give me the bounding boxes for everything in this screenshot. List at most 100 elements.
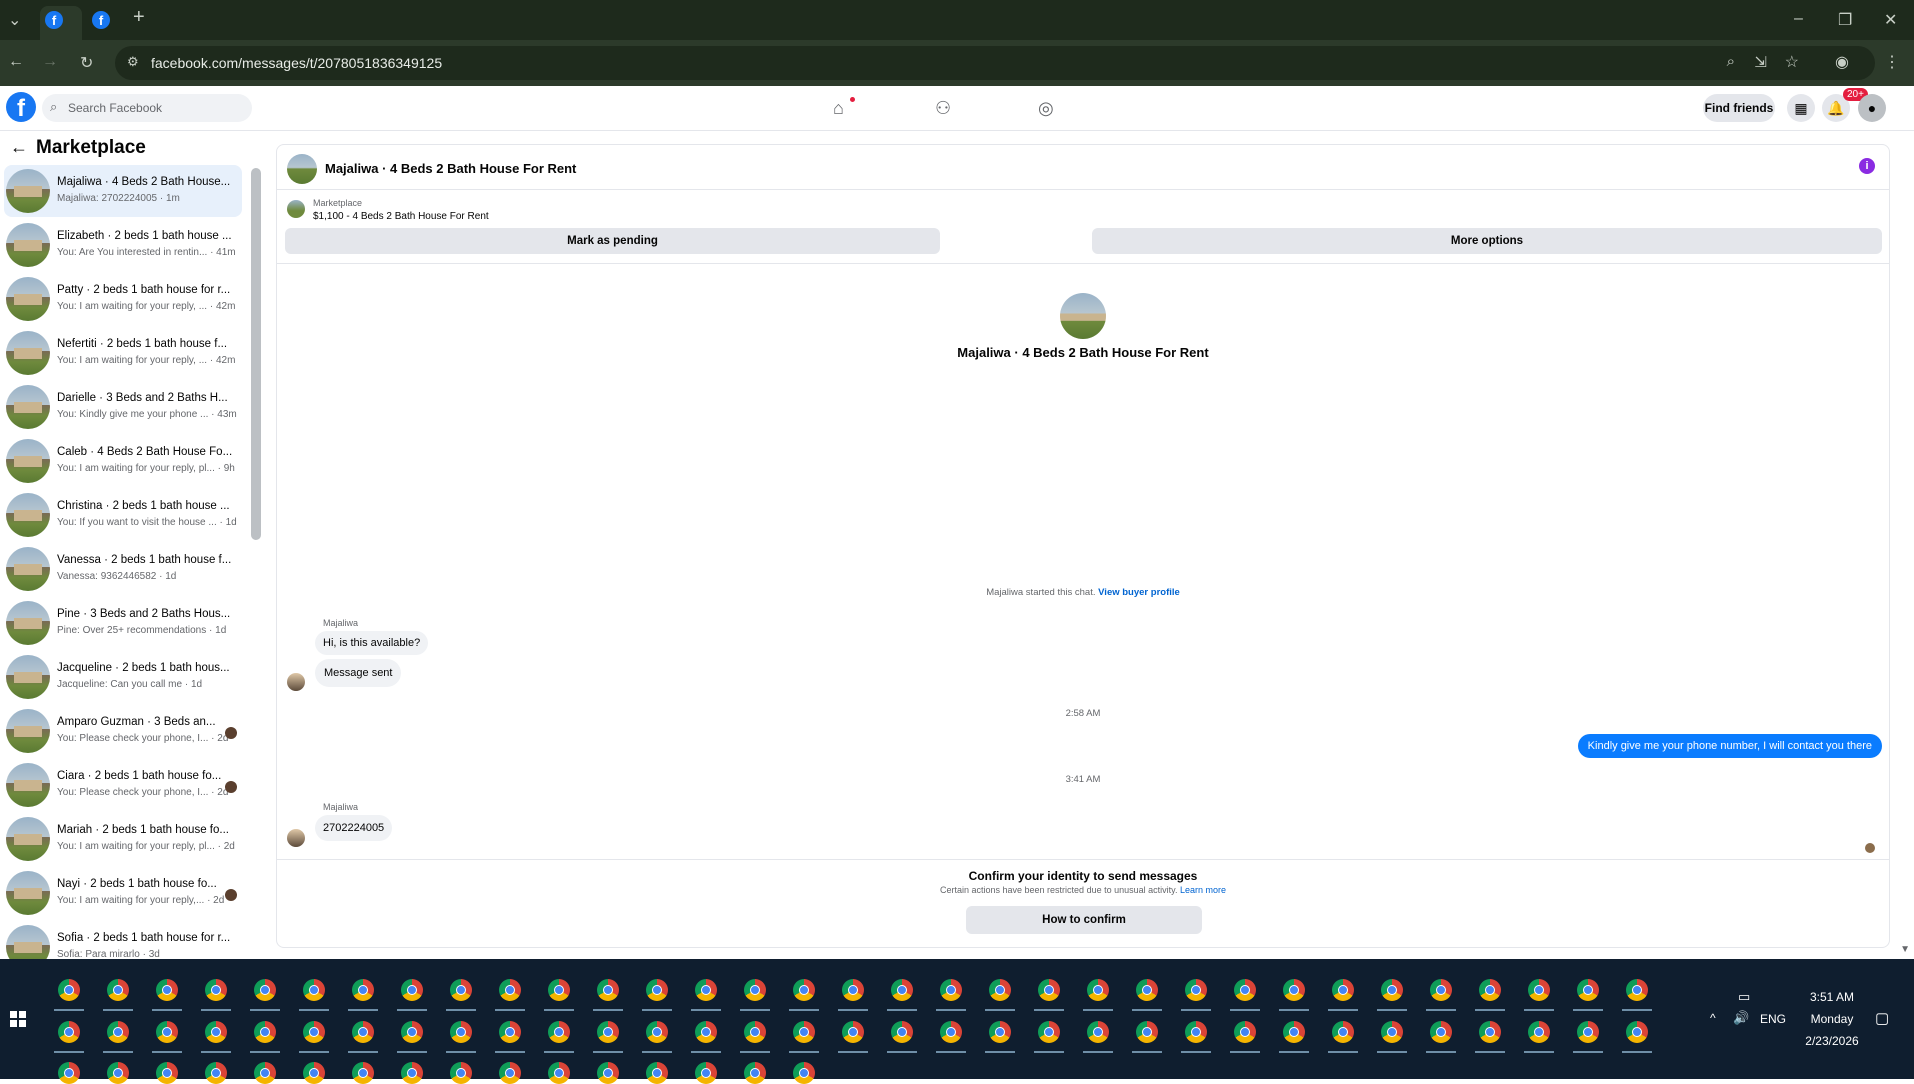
close-icon[interactable]: ✕ [1884, 10, 1897, 30]
address-bar[interactable]: ⚙ facebook.com/messages/t/20780518363491… [115, 46, 1875, 80]
chrome-taskbar-icon[interactable] [1234, 1021, 1256, 1043]
chrome-taskbar-icon[interactable] [842, 979, 864, 1001]
find-friends-button[interactable]: Find friends [1703, 94, 1775, 122]
chrome-taskbar-icon[interactable] [1283, 979, 1305, 1001]
chrome-taskbar-icon[interactable] [1185, 1021, 1207, 1043]
chrome-taskbar-icon[interactable] [1087, 1021, 1109, 1043]
chrome-taskbar-icon[interactable] [401, 979, 423, 1001]
conversation-item[interactable]: Caleb · 4 Beds 2 Bath House Fo... You: I … [4, 435, 242, 487]
sender-avatar[interactable] [287, 673, 305, 691]
conversation-item[interactable]: Ciara · 2 beds 1 bath house fo... You: Pl… [4, 759, 242, 811]
more-options-button[interactable]: More options [1092, 228, 1882, 254]
chrome-taskbar-icon[interactable] [940, 1021, 962, 1043]
chrome-taskbar-icon[interactable] [450, 1062, 472, 1084]
back-arrow-icon[interactable]: ← [10, 137, 28, 157]
chrome-taskbar-icon[interactable] [352, 1062, 374, 1084]
chrome-taskbar-icon[interactable] [352, 979, 374, 1001]
chrome-taskbar-icon[interactable] [1577, 979, 1599, 1001]
info-icon[interactable]: i [1859, 158, 1875, 174]
chrome-taskbar-icon[interactable] [205, 1021, 227, 1043]
listing-price-title[interactable]: $1,100 - 4 Beds 2 Bath House For Rent [313, 211, 489, 222]
chrome-taskbar-icon[interactable] [1430, 1021, 1452, 1043]
chrome-taskbar-icon[interactable] [1087, 979, 1109, 1001]
conversation-item[interactable]: Elizabeth · 2 beds 1 bath house ... You: … [4, 219, 242, 271]
conversation-item[interactable]: Amparo Guzman · 3 Beds an... You: Please … [4, 705, 242, 757]
conversation-item[interactable]: Jacqueline · 2 beds 1 bath hous... Jacque… [4, 651, 242, 703]
conversation-item[interactable]: Patty · 2 beds 1 bath house for r... You:… [4, 273, 242, 325]
chrome-taskbar-icon[interactable] [352, 1021, 374, 1043]
conversation-item[interactable]: Vanessa · 2 beds 1 bath house f... Vaness… [4, 543, 242, 595]
chrome-taskbar-icon[interactable] [597, 979, 619, 1001]
chrome-taskbar-icon[interactable] [1332, 1021, 1354, 1043]
chrome-taskbar-icon[interactable] [597, 1021, 619, 1043]
chrome-taskbar-icon[interactable] [793, 1062, 815, 1084]
chrome-taskbar-icon[interactable] [254, 1062, 276, 1084]
forward-icon[interactable]: → [42, 53, 58, 71]
chrome-taskbar-icon[interactable] [744, 979, 766, 1001]
chrome-taskbar-icon[interactable] [58, 979, 80, 1001]
conversation-item[interactable]: Mariah · 2 beds 1 bath house fo... You: I… [4, 813, 242, 865]
chrome-taskbar-icon[interactable] [1038, 979, 1060, 1001]
account-avatar[interactable]: ● [1858, 94, 1886, 122]
notification-center-icon[interactable]: ▢ [1875, 1009, 1889, 1027]
friends-icon[interactable]: ⚇ [935, 98, 951, 119]
search-input[interactable]: ⌕ Search Facebook [42, 94, 252, 122]
chrome-taskbar-icon[interactable] [1479, 979, 1501, 1001]
zoom-icon[interactable]: ⌕ [1727, 53, 1735, 70]
chrome-taskbar-icon[interactable] [842, 1021, 864, 1043]
chrome-taskbar-icon[interactable] [548, 1062, 570, 1084]
chrome-taskbar-icon[interactable] [254, 979, 276, 1001]
chrome-taskbar-icon[interactable] [1626, 979, 1648, 1001]
home-icon[interactable]: ⌂ [833, 98, 844, 119]
chrome-taskbar-icon[interactable] [254, 1021, 276, 1043]
conversation-item[interactable]: Nayi · 2 beds 1 bath house fo... You: I a… [4, 867, 242, 919]
chrome-taskbar-icon[interactable] [597, 1062, 619, 1084]
chrome-taskbar-icon[interactable] [744, 1021, 766, 1043]
chrome-taskbar-icon[interactable] [450, 979, 472, 1001]
chrome-taskbar-icon[interactable] [401, 1021, 423, 1043]
outgoing-message[interactable]: Kindly give me your phone number, I will… [1577, 734, 1882, 758]
chrome-taskbar-icon[interactable] [499, 1021, 521, 1043]
learn-more-link[interactable]: Learn more [1180, 885, 1226, 895]
sender-avatar[interactable] [287, 829, 305, 847]
chrome-taskbar-icon[interactable] [1234, 979, 1256, 1001]
chrome-taskbar-icon[interactable] [1528, 1021, 1550, 1043]
chrome-taskbar-icon[interactable] [107, 1062, 129, 1084]
chrome-taskbar-icon[interactable] [303, 979, 325, 1001]
chrome-taskbar-icon[interactable] [205, 1062, 227, 1084]
chrome-taskbar-icon[interactable] [989, 979, 1011, 1001]
conversation-item[interactable]: Nefertiti · 2 beds 1 bath house f... You:… [4, 327, 242, 379]
site-info-icon[interactable]: ⚙ [127, 54, 139, 70]
chrome-taskbar-icon[interactable] [744, 1062, 766, 1084]
bookmark-star-icon[interactable]: ☆ [1785, 52, 1799, 72]
chrome-taskbar-icon[interactable] [1381, 1021, 1403, 1043]
chrome-taskbar-icon[interactable] [646, 979, 668, 1001]
chrome-taskbar-icon[interactable] [695, 1021, 717, 1043]
reload-icon[interactable]: ↻ [80, 53, 93, 73]
clock-date[interactable]: 2/23/2026 [1797, 1034, 1867, 1048]
chrome-taskbar-icon[interactable] [303, 1062, 325, 1084]
chrome-taskbar-icon[interactable] [499, 1062, 521, 1084]
tab-list-chevron-icon[interactable]: ⌄ [8, 10, 21, 30]
how-to-confirm-button[interactable]: How to confirm [966, 906, 1202, 934]
chrome-taskbar-icon[interactable] [1528, 979, 1550, 1001]
chrome-taskbar-icon[interactable] [1479, 1021, 1501, 1043]
chrome-taskbar-icon[interactable] [548, 979, 570, 1001]
chrome-taskbar-icon[interactable] [1577, 1021, 1599, 1043]
conversation-item[interactable]: Sofia · 2 beds 1 bath house for r... Sofi… [4, 921, 242, 959]
chrome-taskbar-icon[interactable] [1038, 1021, 1060, 1043]
chrome-taskbar-icon[interactable] [499, 979, 521, 1001]
conversation-item[interactable]: Majaliwa · 4 Beds 2 Bath House... Majaliw… [4, 165, 242, 217]
chat-header-title[interactable]: Majaliwa · 4 Beds 2 Bath House For Rent [325, 161, 576, 176]
facebook-tab-icon[interactable]: f [92, 11, 110, 29]
clock-day[interactable]: Monday [1802, 1012, 1862, 1026]
show-hidden-icons-chevron-icon[interactable]: ^ [1710, 1011, 1716, 1025]
chrome-taskbar-icon[interactable] [107, 979, 129, 1001]
chrome-taskbar-icon[interactable] [695, 979, 717, 1001]
conversation-item[interactable]: Christina · 2 beds 1 bath house ... You: … [4, 489, 242, 541]
chrome-taskbar-icon[interactable] [401, 1062, 423, 1084]
incoming-message[interactable]: 2702224005 [315, 815, 393, 841]
page-scroll-down-icon[interactable]: ▼ [1900, 944, 1910, 955]
chrome-taskbar-icon[interactable] [1332, 979, 1354, 1001]
chrome-taskbar-icon[interactable] [548, 1021, 570, 1043]
